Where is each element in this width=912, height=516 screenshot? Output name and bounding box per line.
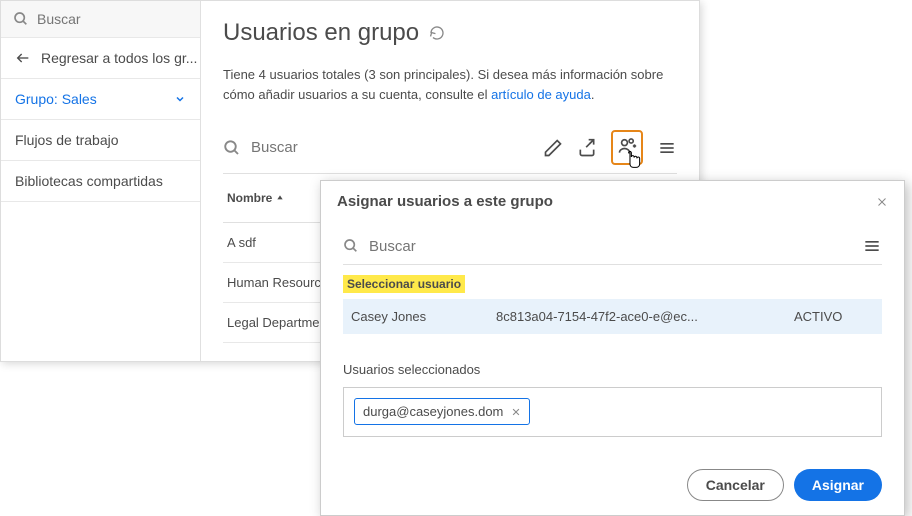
assign-users-modal: Asignar usuarios a este grupo Selecciona… (320, 180, 905, 516)
sidebar-item-shared-libraries[interactable]: Bibliotecas compartidas (1, 161, 200, 202)
toolbar (223, 122, 677, 174)
search-icon (13, 11, 29, 27)
toolbar-actions (543, 130, 677, 165)
remove-chip-icon[interactable] (511, 407, 521, 417)
sidebar-search[interactable] (1, 1, 200, 38)
modal-footer: Cancelar Asignar (321, 455, 904, 515)
close-icon[interactable] (876, 196, 888, 208)
selected-users-box[interactable]: durga@caseyjones.dom (343, 387, 882, 437)
search-icon (223, 139, 241, 157)
modal-search (343, 228, 882, 265)
user-email: 8c813a04-7154-47f2-ace0-e@ec... (496, 309, 794, 324)
selected-user-chip: durga@caseyjones.dom (354, 398, 530, 425)
arrow-left-icon (15, 50, 31, 66)
page-title-text: Usuarios en grupo (223, 19, 419, 47)
modal-search-input[interactable] (369, 238, 862, 255)
refresh-icon[interactable] (429, 25, 445, 41)
assign-button[interactable]: Asignar (794, 469, 882, 501)
back-to-groups-link[interactable]: Regresar a todos los gr... (1, 38, 200, 79)
description-post: . (591, 87, 595, 102)
user-row[interactable]: Casey Jones 8c813a04-7154-47f2-ace0-e@ec… (343, 299, 882, 334)
sidebar: Regresar a todos los gr... Grupo: Sales … (1, 1, 201, 361)
assign-users-button[interactable] (611, 130, 643, 165)
modal-title: Asignar usuarios a este grupo (337, 193, 553, 210)
help-article-link[interactable]: artículo de ayuda (491, 87, 591, 102)
group-label: Grupo: Sales (15, 91, 97, 107)
edit-icon[interactable] (543, 138, 563, 158)
selected-users-label: Usuarios seleccionados (343, 362, 882, 377)
pointer-cursor-icon (621, 148, 647, 174)
share-icon[interactable] (577, 138, 597, 158)
search-icon (343, 238, 359, 254)
description-text: Tiene 4 usuarios totales (3 son principa… (223, 67, 663, 102)
user-status: ACTIVO (794, 309, 874, 324)
chip-label: durga@caseyjones.dom (363, 404, 503, 419)
cancel-button[interactable]: Cancelar (687, 469, 784, 501)
sort-ascending-icon (276, 194, 284, 202)
toolbar-search-input[interactable] (251, 139, 543, 156)
menu-icon[interactable] (657, 138, 677, 158)
page-title: Usuarios en grupo (223, 19, 677, 47)
menu-icon[interactable] (862, 236, 882, 256)
modal-header: Asignar usuarios a este grupo (321, 181, 904, 222)
page-description: Tiene 4 usuarios totales (3 son principa… (223, 65, 677, 104)
modal-body: Seleccionar usuario Casey Jones 8c813a04… (321, 222, 904, 455)
column-name-label: Nombre (227, 191, 272, 205)
sidebar-search-input[interactable] (37, 11, 188, 27)
group-selector[interactable]: Grupo: Sales (1, 79, 200, 120)
modal-search-wrapper[interactable] (343, 238, 862, 255)
user-name: Casey Jones (351, 309, 496, 324)
chevron-down-icon (174, 93, 186, 105)
sidebar-item-workflows[interactable]: Flujos de trabajo (1, 120, 200, 161)
sidebar-item-label: Flujos de trabajo (15, 132, 119, 148)
toolbar-search[interactable] (223, 139, 543, 157)
sidebar-item-label: Bibliotecas compartidas (15, 173, 163, 189)
back-label: Regresar a todos los gr... (41, 50, 197, 66)
select-user-heading: Seleccionar usuario (343, 275, 465, 293)
